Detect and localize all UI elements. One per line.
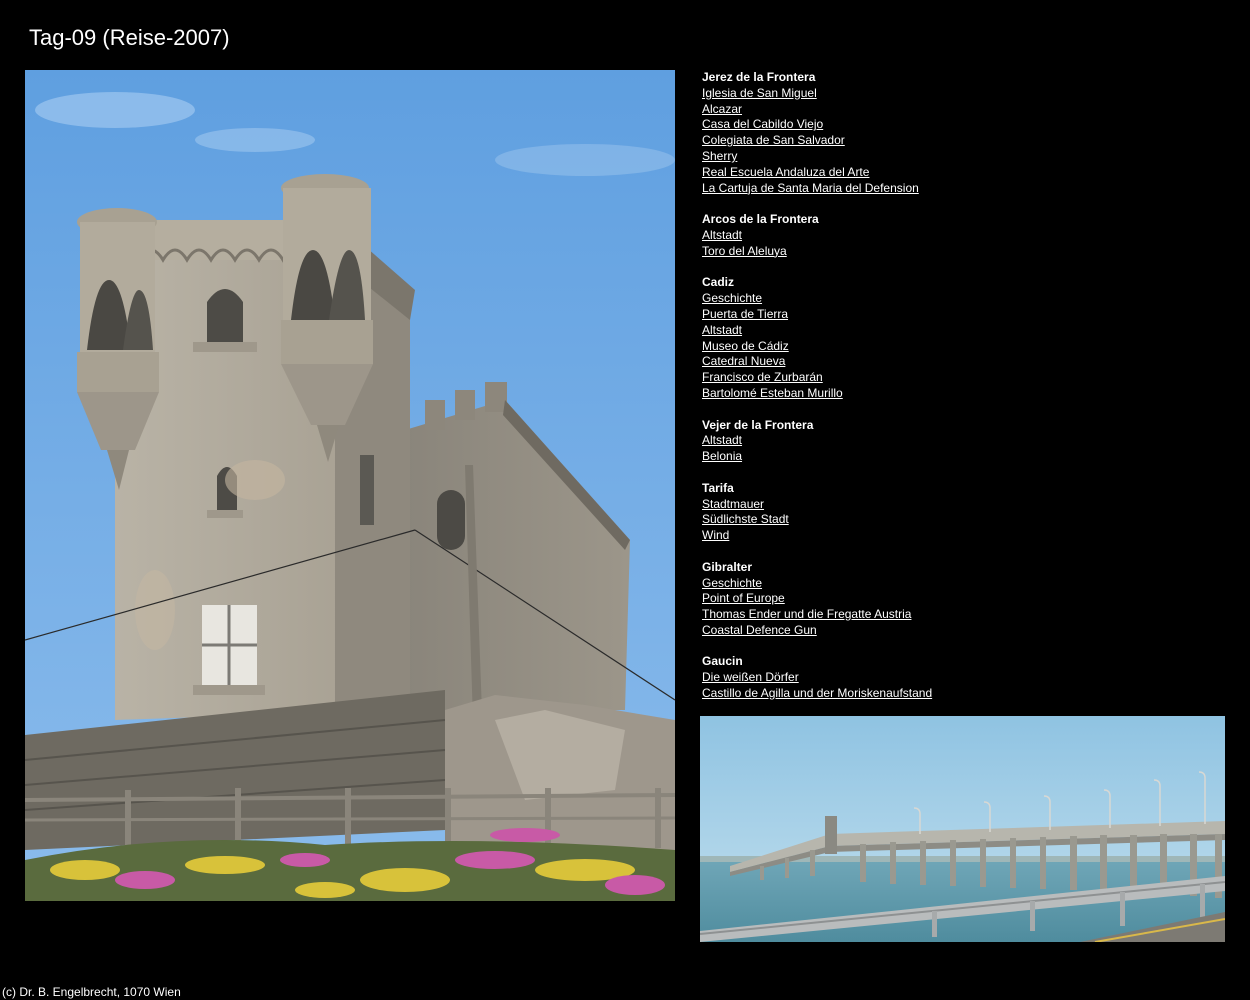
- copyright-footer: (c) Dr. B. Engelbrecht, 1070 Wien: [2, 985, 181, 999]
- destination-section: Vejer de la Frontera Altstadt Belonia: [702, 418, 1222, 465]
- destination-link[interactable]: Geschichte: [702, 291, 762, 307]
- destination-section: Gibralter Geschichte Point of Europe Thomas…: [702, 560, 1222, 639]
- destination-link[interactable]: Südlichste Stadt: [702, 512, 789, 528]
- destination-link[interactable]: Coastal Defence Gun: [702, 623, 817, 639]
- destination-link[interactable]: Bartolomé Esteban Murillo: [702, 386, 843, 402]
- section-heading: Vejer de la Frontera: [702, 417, 814, 432]
- tower-castle-photo[interactable]: [25, 70, 675, 901]
- destination-link[interactable]: Die weißen Dörfer: [702, 670, 799, 686]
- destination-link[interactable]: Belonia: [702, 449, 742, 465]
- destination-link[interactable]: Catedral Nueva: [702, 354, 785, 370]
- destination-section: Jerez de la Frontera Iglesia de San Migue…: [702, 70, 1222, 196]
- destination-link[interactable]: Thomas Ender und die Fregatte Austria: [702, 607, 911, 623]
- section-heading: Tarifa: [702, 480, 734, 495]
- page: Tag-09 (Reise-2007) Jerez de la Frontera…: [0, 0, 1250, 1000]
- section-heading: Gaucin: [702, 654, 743, 669]
- destination-link[interactable]: Altstadt: [702, 433, 742, 449]
- destination-link[interactable]: Puerta de Tierra: [702, 307, 788, 323]
- section-heading: Cadiz: [702, 275, 735, 290]
- destination-link-list: Jerez de la Frontera Iglesia de San Migue…: [702, 70, 1222, 718]
- long-bridge-photo[interactable]: [700, 716, 1225, 942]
- section-heading: Gibralter: [702, 559, 753, 574]
- destination-link[interactable]: Wind: [702, 528, 729, 544]
- destination-link[interactable]: Museo de Cádiz: [702, 339, 789, 355]
- page-title: Tag-09 (Reise-2007): [29, 25, 230, 50]
- section-heading: Arcos de la Frontera: [702, 212, 819, 227]
- destination-link[interactable]: Stadtmauer: [702, 497, 764, 513]
- destination-link[interactable]: Altstadt: [702, 228, 742, 244]
- destination-link[interactable]: Colegiata de San Salvador: [702, 133, 845, 149]
- destination-link[interactable]: Alcazar: [702, 102, 742, 118]
- destination-link[interactable]: Toro del Aleluya: [702, 244, 787, 260]
- destination-link[interactable]: Altstadt: [702, 323, 742, 339]
- destination-link[interactable]: Castillo de Agilla und der Moriskenaufst…: [702, 686, 932, 702]
- destination-link[interactable]: Casa del Cabildo Viejo: [702, 117, 823, 133]
- destination-link[interactable]: Geschichte: [702, 576, 762, 592]
- destination-link[interactable]: Francisco de Zurbarán: [702, 370, 823, 386]
- destination-link[interactable]: La Cartuja de Santa Maria del Defension: [702, 181, 919, 197]
- section-heading: Jerez de la Frontera: [702, 70, 816, 84]
- destination-section: Tarifa Stadtmauer Südlichste Stadt Wind: [702, 481, 1222, 544]
- destination-section: Cadiz Geschichte Puerta de Tierra Altstadt M…: [702, 275, 1222, 401]
- destination-section: Arcos de la Frontera Altstadt Toro del Ale…: [702, 212, 1222, 259]
- destination-link[interactable]: Iglesia de San Miguel: [702, 86, 817, 102]
- destination-link[interactable]: Real Escuela Andaluza del Arte: [702, 165, 869, 181]
- destination-section: Gaucin Die weißen Dörfer Castillo de Agill…: [702, 654, 1222, 701]
- destination-link[interactable]: Sherry: [702, 149, 737, 165]
- destination-link[interactable]: Point of Europe: [702, 591, 785, 607]
